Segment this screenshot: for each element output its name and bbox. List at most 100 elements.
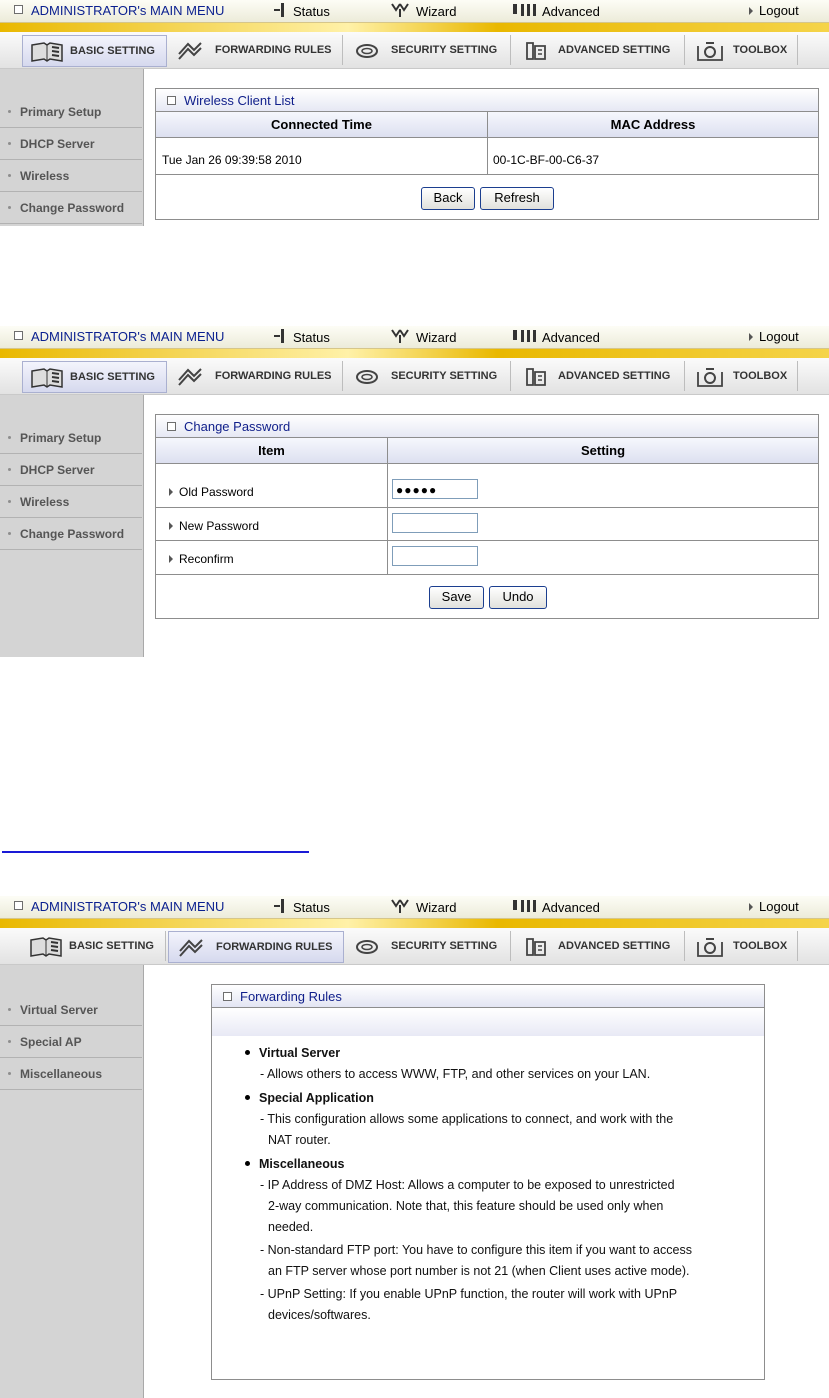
- screen-wireless-client-list: ADMINISTRATOR's MAIN MENU Status Wizard …: [0, 0, 829, 226]
- decorative-stripe: [0, 23, 829, 32]
- status-text: Status: [293, 4, 330, 19]
- book-icon: [31, 42, 63, 62]
- wizard-text: Wizard: [416, 330, 457, 345]
- wizard-icon: [391, 899, 409, 913]
- wizard-link[interactable]: Wizard: [390, 899, 456, 915]
- divider-underline: [2, 851, 309, 853]
- tab-basic-setting[interactable]: BASIC SETTING: [22, 35, 167, 67]
- advanced-link[interactable]: Advanced: [513, 3, 600, 19]
- admin-main-menu[interactable]: ADMINISTRATOR's MAIN MENU: [14, 899, 224, 914]
- row-divider: [156, 507, 818, 508]
- sidebar-item-wireless[interactable]: Wireless: [0, 486, 142, 518]
- refresh-button[interactable]: Refresh: [480, 187, 554, 210]
- tab-advanced-setting[interactable]: ADVANCED SETTING: [511, 361, 685, 391]
- tab-toolbox-label: TOOLBOX: [733, 370, 788, 382]
- tab-security-setting[interactable]: SECURITY SETTING: [343, 361, 511, 391]
- wizard-icon: [391, 3, 409, 17]
- tab-toolbox[interactable]: TOOLBOX: [685, 35, 798, 65]
- back-button[interactable]: Back: [421, 187, 475, 210]
- tab-basic-setting[interactable]: BASIC SETTING: [22, 931, 166, 961]
- logout-link[interactable]: Logout: [749, 899, 799, 914]
- arrow-right-icon: [169, 555, 173, 563]
- wizard-link[interactable]: Wizard: [390, 329, 456, 345]
- sidebar-item-miscellaneous[interactable]: Miscellaneous: [0, 1058, 142, 1090]
- advanced-link[interactable]: Advanced: [513, 329, 600, 345]
- new-password-field[interactable]: [392, 513, 478, 533]
- sidebar-item-primary-setup[interactable]: Primary Setup: [0, 96, 142, 128]
- ftp-port-description: - Non-standard FTP port: You have to con…: [260, 1243, 692, 1257]
- tab-advanced-setting[interactable]: ADVANCED SETTING: [511, 931, 685, 961]
- tab-forwarding-rules-label: FORWARDING RULES: [216, 941, 333, 953]
- panel-title: Wireless Client List: [184, 93, 295, 108]
- dmz-description-cont: needed.: [268, 1220, 314, 1234]
- sidebar-item-label: Primary Setup: [20, 105, 102, 119]
- bullet-icon: [245, 1050, 250, 1055]
- tab-forwarding-rules[interactable]: FORWARDING RULES: [168, 35, 343, 65]
- logout-text: Logout: [759, 329, 799, 344]
- tab-forwarding-rules[interactable]: FORWARDING RULES: [168, 931, 344, 963]
- tab-security-setting-label: SECURITY SETTING: [391, 44, 498, 56]
- sidebar-item-wireless[interactable]: Wireless: [0, 160, 142, 192]
- logout-link[interactable]: Logout: [749, 329, 799, 344]
- tab-security-setting-label: SECURITY SETTING: [391, 370, 498, 382]
- sidebar-item-primary-setup[interactable]: Primary Setup: [0, 422, 142, 454]
- sidebar-item-label: Special AP: [20, 1035, 82, 1049]
- tab-forwarding-rules-label: FORWARDING RULES: [215, 370, 332, 382]
- status-icon: [274, 899, 284, 913]
- bullet-icon: [8, 500, 11, 503]
- tab-toolbox[interactable]: TOOLBOX: [685, 931, 798, 961]
- tab-toolbox[interactable]: TOOLBOX: [685, 361, 798, 391]
- miscellaneous-heading: Miscellaneous: [245, 1154, 755, 1175]
- logout-link[interactable]: Logout: [749, 3, 799, 18]
- decorative-stripe: [0, 919, 829, 928]
- advanced-setting-icon: [526, 42, 546, 60]
- tab-basic-setting[interactable]: BASIC SETTING: [22, 361, 167, 393]
- column-divider: [387, 438, 388, 574]
- column-header-connected-time: Connected Time: [156, 112, 487, 138]
- change-password-panel: Change Password Item Setting Old Passwor…: [155, 414, 819, 619]
- old-password-label: Old Password: [179, 485, 254, 499]
- save-button[interactable]: Save: [429, 586, 484, 609]
- sidebar-item-virtual-server[interactable]: Virtual Server: [0, 994, 142, 1026]
- wizard-link[interactable]: Wizard: [390, 3, 456, 19]
- dmz-description-cont: 2-way communication. Note that, this fea…: [268, 1199, 664, 1213]
- panel-header-gradient: [212, 1008, 764, 1036]
- sidebar-item-dhcp-server[interactable]: DHCP Server: [0, 128, 142, 160]
- bullet-icon: [8, 206, 11, 209]
- status-link[interactable]: Status: [272, 329, 330, 345]
- forwarding-icon: [178, 368, 202, 386]
- advanced-icon: [513, 4, 536, 16]
- tab-advanced-setting[interactable]: ADVANCED SETTING: [511, 35, 685, 65]
- arrow-right-icon: [169, 488, 173, 496]
- forwarding-rules-panel: Forwarding Rules Virtual Server - Allows…: [211, 984, 765, 1380]
- top-menu-bar: ADMINISTRATOR's MAIN MENU Status Wizard …: [0, 896, 829, 919]
- wizard-text: Wizard: [416, 4, 457, 19]
- advanced-link[interactable]: Advanced: [513, 899, 600, 915]
- sidebar-item-change-password[interactable]: Change Password: [0, 192, 142, 224]
- upnp-description-cont: devices/softwares.: [268, 1308, 371, 1322]
- old-password-field[interactable]: ●●●●●: [392, 479, 478, 499]
- tab-security-setting[interactable]: SECURITY SETTING: [343, 35, 511, 65]
- sidebar-item-special-ap[interactable]: Special AP: [0, 1026, 142, 1058]
- sidebar-basic: Primary Setup DHCP Server Wireless Chang…: [0, 395, 144, 657]
- tab-forwarding-rules[interactable]: FORWARDING RULES: [168, 361, 343, 391]
- tab-security-setting[interactable]: SECURITY SETTING: [343, 931, 511, 961]
- sidebar-item-label: DHCP Server: [20, 137, 95, 151]
- decorative-stripe: [0, 349, 829, 358]
- arrow-right-icon: [749, 903, 753, 911]
- status-link[interactable]: Status: [272, 3, 330, 19]
- status-link[interactable]: Status: [272, 899, 330, 915]
- security-icon: [356, 370, 378, 384]
- ftp-port-description-cont: an FTP server whose port number is not 2…: [268, 1264, 690, 1278]
- new-password-label: New Password: [179, 519, 260, 533]
- undo-button[interactable]: Undo: [489, 586, 547, 609]
- reconfirm-label: Reconfirm: [179, 552, 234, 566]
- sidebar-item-label: Virtual Server: [20, 1003, 98, 1017]
- sidebar-item-dhcp-server[interactable]: DHCP Server: [0, 454, 142, 486]
- admin-main-menu[interactable]: ADMINISTRATOR's MAIN MENU: [14, 329, 224, 344]
- admin-main-menu[interactable]: ADMINISTRATOR's MAIN MENU: [14, 3, 224, 18]
- bullet-icon: [8, 1040, 11, 1043]
- reconfirm-field[interactable]: [392, 546, 478, 566]
- sidebar-item-change-password[interactable]: Change Password: [0, 518, 142, 550]
- panel-title-bar: Forwarding Rules: [212, 985, 764, 1008]
